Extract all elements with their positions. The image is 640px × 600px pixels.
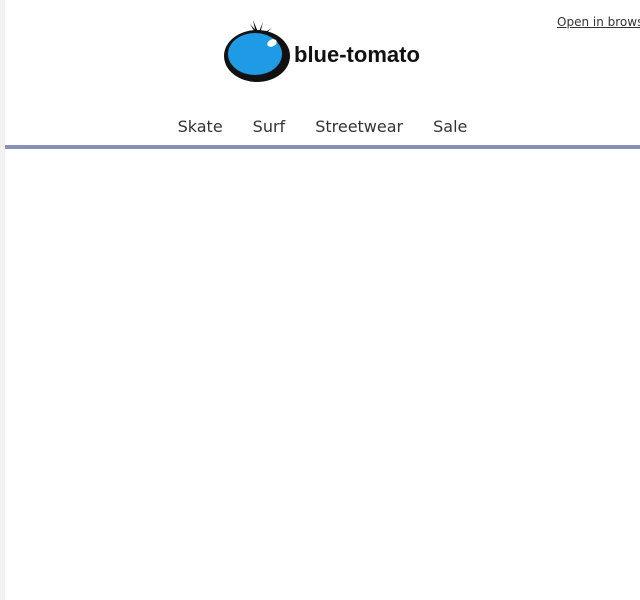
email-content-area xyxy=(5,149,640,600)
logo-text: blue-tomato xyxy=(294,42,420,67)
nav-item-skate[interactable]: Skate xyxy=(163,116,238,140)
nav-item-surf[interactable]: Surf xyxy=(238,116,301,140)
open-in-browser-link[interactable]: Open in browser xyxy=(557,15,640,29)
nav-item-streetwear[interactable]: Streetwear xyxy=(300,116,418,140)
brand-logo[interactable]: blue-tomato xyxy=(222,18,452,84)
tomato-logo-icon xyxy=(224,20,290,82)
nav-item-sale[interactable]: Sale xyxy=(418,116,482,140)
main-nav: Skate Surf Streetwear Sale xyxy=(5,116,640,140)
